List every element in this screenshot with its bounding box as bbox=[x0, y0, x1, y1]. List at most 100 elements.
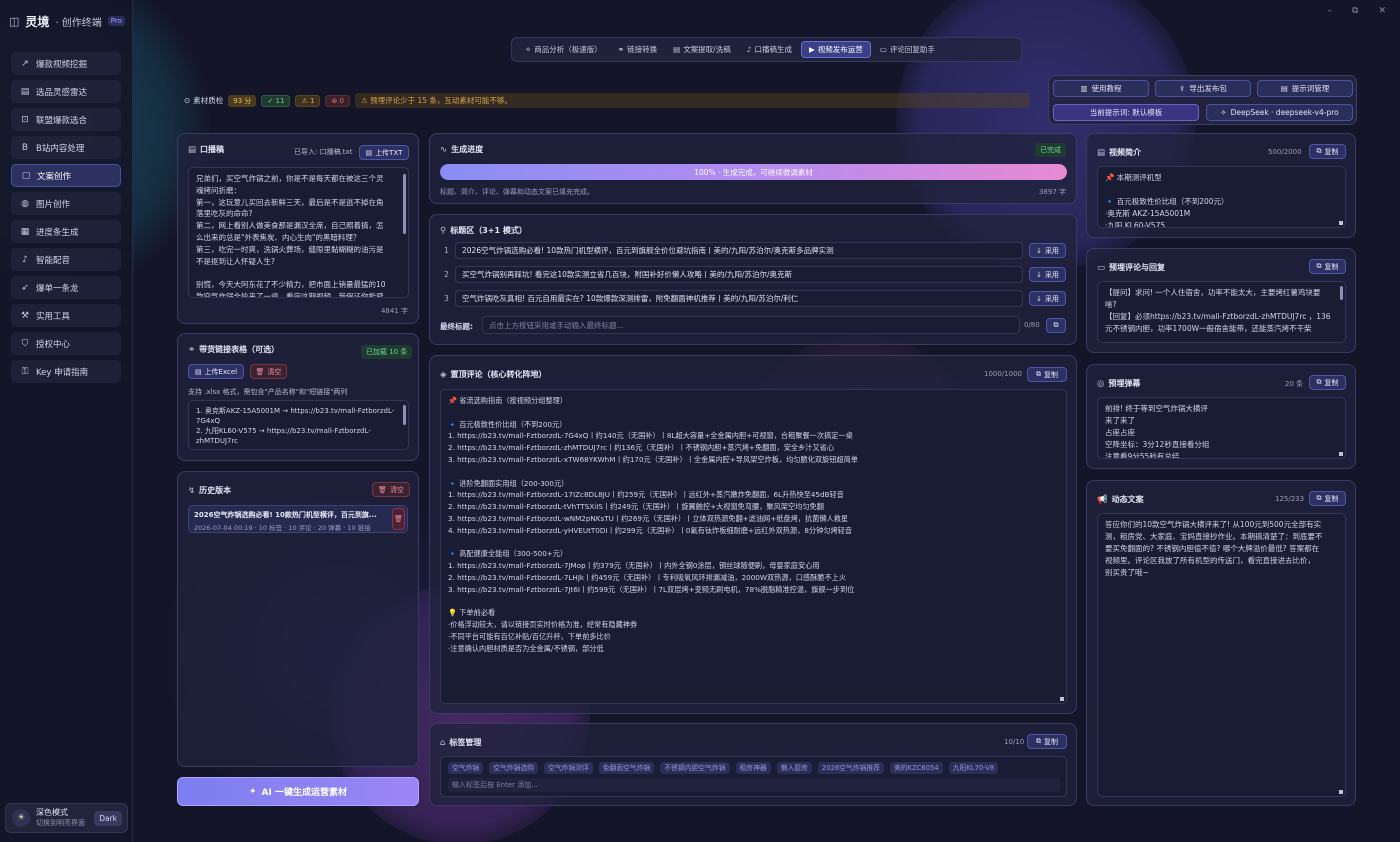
brand-name: 灵境 bbox=[25, 14, 50, 29]
copy-intro-button[interactable]: ⧉ 复制 bbox=[1309, 144, 1346, 159]
resize-handle[interactable] bbox=[1339, 790, 1343, 794]
theme-toggle[interactable]: ☀ 深色模式 切换到明亮界面 Dark bbox=[5, 803, 128, 833]
document-icon: ▤ bbox=[1097, 147, 1106, 158]
adopt-title-1-button[interactable]: ↓ 采用 bbox=[1029, 243, 1066, 258]
tab-script-gen[interactable]: ♪ 口播稿生成 bbox=[740, 41, 799, 58]
title-option-2[interactable]: 买空气炸锅别再踩坑! 看完这10款实测立省几百块，附国补好价懒人攻略丨美的/九阳… bbox=[455, 266, 1023, 283]
adopt-title-3-button[interactable]: ↓ 采用 bbox=[1029, 291, 1066, 306]
tag-input[interactable]: 输入标签后按 Enter 添加... bbox=[448, 778, 1060, 792]
tag-chip[interactable]: 空气炸锅 bbox=[448, 762, 484, 774]
script-textarea[interactable]: 兄弟们，买空气炸锅之前，你是不是每天都在被这三个灵 魂拷问折磨： 第一，这玩意儿买回… bbox=[188, 167, 409, 298]
tag-chip[interactable]: 懒人厨房 bbox=[776, 762, 812, 774]
quality-warning-text: 预埋评论少于 15 条，互动素材可能不够。 bbox=[370, 96, 512, 105]
copy-tags-button[interactable]: ⧉ 复制 bbox=[1027, 734, 1067, 749]
ai-generate-button[interactable]: ✦ AI 一键生成运营素材 bbox=[177, 777, 419, 806]
resize-handle[interactable] bbox=[1339, 221, 1343, 225]
sun-icon: ☀ bbox=[12, 809, 30, 827]
minimize-icon[interactable]: – bbox=[1328, 6, 1333, 16]
export-button[interactable]: ⇪ 导出发布包 bbox=[1155, 80, 1251, 97]
final-title-input[interactable]: 点击上方按钮采用或手动输入最终标题... bbox=[482, 316, 1020, 334]
dynamic-line: 别买贵了哦~ bbox=[1105, 568, 1149, 577]
history-item[interactable]: 2026空气炸锅选购必看! 10款热门机型横评，百元到旗... 2026-07-… bbox=[188, 505, 408, 533]
links-text: 1. 奥克斯AKZ-15A5001M → https://b23.tv/mall… bbox=[196, 406, 401, 446]
title-option-1[interactable]: 2026空气炸锅选购必看! 10款热门机型横评，百元到旗舰全价位避坑指南丨美的/… bbox=[455, 242, 1023, 259]
sidebar-toggle-icon[interactable]: ◫ bbox=[9, 15, 19, 28]
copy-final-title-button[interactable]: ⧉ bbox=[1046, 318, 1066, 333]
link-icon: ⚭ bbox=[188, 344, 196, 355]
tag-chip[interactable]: 美的KZC6054 bbox=[889, 762, 943, 774]
links-textarea[interactable]: 1. 奥克斯AKZ-15A5001M → https://b23.tv/mall… bbox=[188, 400, 409, 450]
current-prompt-select[interactable]: 当前提示词: 默认模板 bbox=[1053, 104, 1199, 121]
tag-chip[interactable]: 不锈钢内胆空气炸锅 bbox=[660, 762, 730, 774]
scrollbar[interactable] bbox=[1340, 286, 1343, 300]
sidebar-item-label: 实用工具 bbox=[36, 311, 71, 322]
delete-history-button[interactable]: 🗑 bbox=[392, 508, 405, 530]
upload-txt-button[interactable]: ▤ 上传TXT bbox=[359, 145, 409, 160]
tutorial-button[interactable]: ▥ 使用教程 bbox=[1053, 80, 1149, 97]
clear-links-button[interactable]: 🗑 清空 bbox=[250, 364, 287, 379]
reply-textarea[interactable]: 【提问】求问! 一个人住宿舍，功率不能太大，主要烤红薯鸡块要 啥? 【回复】必须ht… bbox=[1097, 281, 1346, 343]
prompt-management-button[interactable]: ▤ 提示词管理 bbox=[1257, 80, 1353, 97]
theme-mode-button[interactable]: Dark bbox=[94, 810, 122, 826]
maximize-icon[interactable]: ⧉ bbox=[1352, 6, 1358, 16]
palette-icon: ◍ bbox=[21, 198, 29, 209]
resize-handle[interactable] bbox=[1060, 697, 1064, 701]
danmaku-textarea[interactable]: 前排! 终于等到空气炸锅大横评 来了来了 占座占座 空降坐标：3分12秒直接看分组 注意… bbox=[1097, 397, 1346, 459]
tab-link-convert[interactable]: ⚭ 链接转换 bbox=[611, 41, 664, 58]
upload-excel-button[interactable]: ▤ 上传Excel bbox=[188, 364, 244, 379]
sidebar-item-key-guide[interactable]: ⚿ Key 申请指南 bbox=[11, 360, 121, 383]
title-option-3[interactable]: 空气炸锅吃灰真相! 百元自用最实在? 10款爆款深测排雷，附免翻面神机推荐丨美的… bbox=[455, 290, 1023, 307]
script-line: 落里吃灰的命命? bbox=[196, 209, 253, 219]
clear-history-button[interactable]: 🗑 清空 bbox=[372, 482, 410, 497]
tag-chip[interactable]: 2026空气炸锅推荐 bbox=[817, 762, 884, 774]
title-row-number: 3 bbox=[444, 294, 449, 303]
key-icon: ⚿ bbox=[21, 366, 29, 377]
intro-panel-header: ▤ 视频简介 bbox=[1097, 147, 1141, 158]
scrollbar[interactable] bbox=[403, 405, 406, 425]
copy-icon: ⧉ bbox=[1316, 262, 1322, 270]
pinned-comment-textarea[interactable]: 📌 省流选购指南（按视频分组整理） 🔹 百元极致性价比组（不到200元） 1. h… bbox=[440, 389, 1067, 704]
sidebar-item-one-stop[interactable]: ➶ 爆单一条龙 bbox=[11, 276, 121, 299]
scrollbar[interactable] bbox=[403, 174, 406, 234]
copy-icon: ⧉ bbox=[1053, 321, 1059, 329]
resize-handle[interactable] bbox=[1339, 452, 1343, 456]
upload-txt-label: 上传TXT bbox=[375, 148, 403, 157]
reply-line: 【回复】必须https://b23.tv/mall-FztborzdL-zhMT… bbox=[1105, 312, 1331, 321]
sidebar-item-viral-video[interactable]: ↗ 爆款视频挖掘 bbox=[11, 52, 121, 75]
pinned-comment-text: 📌 省流选购指南（按视频分组整理） 🔹 百元极致性价比组（不到200元） 1. h… bbox=[448, 395, 1059, 655]
sidebar-item-copywriting[interactable]: ▢ 文案创作 bbox=[11, 164, 121, 187]
dynamic-textarea[interactable]: 答应你们的10款空气炸锅大横评来了! 从100元到500元全部有实 测，租房党、大… bbox=[1097, 513, 1346, 797]
sidebar-item-product-radar[interactable]: ▤ 选品灵感雷达 bbox=[11, 80, 121, 103]
adopt-title-2-button[interactable]: ↓ 采用 bbox=[1029, 267, 1066, 282]
sidebar-item-license[interactable]: ⛉ 授权中心 bbox=[11, 332, 121, 355]
sidebar-item-voice[interactable]: ♪ 智能配音 bbox=[11, 248, 121, 271]
intro-textarea[interactable]: 📌 本期测评机型 🔹 百元极致性价比组（不到200元） ·奥克斯 AKZ-15A5… bbox=[1097, 166, 1346, 228]
pinned-line: ·注意确认内胆材质是否为全金属/不锈钢，部分低 bbox=[448, 643, 604, 653]
tag-chip[interactable]: 空气炸锅测评 bbox=[543, 762, 593, 774]
copy-dynamic-button[interactable]: ⧉ 复制 bbox=[1309, 491, 1346, 506]
tab-product-analysis[interactable]: ✧ 商品分析（极速版） bbox=[518, 41, 609, 58]
trend-icon: ↗ bbox=[21, 58, 29, 69]
tab-copy-extract[interactable]: ▤ 文案提取/洗稿 bbox=[666, 41, 738, 58]
close-icon[interactable]: ✕ bbox=[1378, 6, 1386, 16]
tag-chip[interactable]: 租房神器 bbox=[735, 762, 771, 774]
sidebar-item-bilibili[interactable]: B B站内容处理 bbox=[11, 136, 121, 159]
tag-chip[interactable]: 空气炸锅选购 bbox=[489, 762, 538, 774]
model-select[interactable]: ✧ DeepSeek · deepseek-v4-pro bbox=[1206, 104, 1353, 121]
document-icon: ▤ bbox=[188, 144, 197, 155]
sidebar-item-label: B站内容处理 bbox=[36, 143, 85, 154]
tab-video-publish[interactable]: ▶ 视频发布运营 bbox=[801, 41, 871, 58]
tag-chip[interactable]: 九阳KL70-V8 bbox=[948, 762, 999, 774]
copy-reply-button[interactable]: ⧉ 复制 bbox=[1309, 259, 1346, 274]
script-panel-title: 口播稿 bbox=[200, 145, 225, 154]
sidebar-item-tools[interactable]: ⚒ 实用工具 bbox=[11, 304, 121, 327]
arrow-down-icon: ↓ bbox=[1036, 270, 1042, 279]
tag-chip[interactable]: 免翻面空气炸锅 bbox=[598, 762, 655, 774]
error-count-badge: ⊗ 0 bbox=[325, 94, 350, 107]
sidebar-item-progress-bar[interactable]: ▦ 进度条生成 bbox=[11, 220, 121, 243]
sidebar-item-affiliate[interactable]: ⊡ 联盟爆款选合 bbox=[11, 108, 121, 131]
tab-comment-reply[interactable]: ▭ 评论回复助手 bbox=[873, 41, 942, 58]
sidebar-item-image[interactable]: ◍ 图片创作 bbox=[11, 192, 121, 215]
copy-pinned-button[interactable]: ⧉ 复制 bbox=[1027, 367, 1067, 382]
copy-danmaku-button[interactable]: ⧉ 复制 bbox=[1309, 375, 1346, 390]
